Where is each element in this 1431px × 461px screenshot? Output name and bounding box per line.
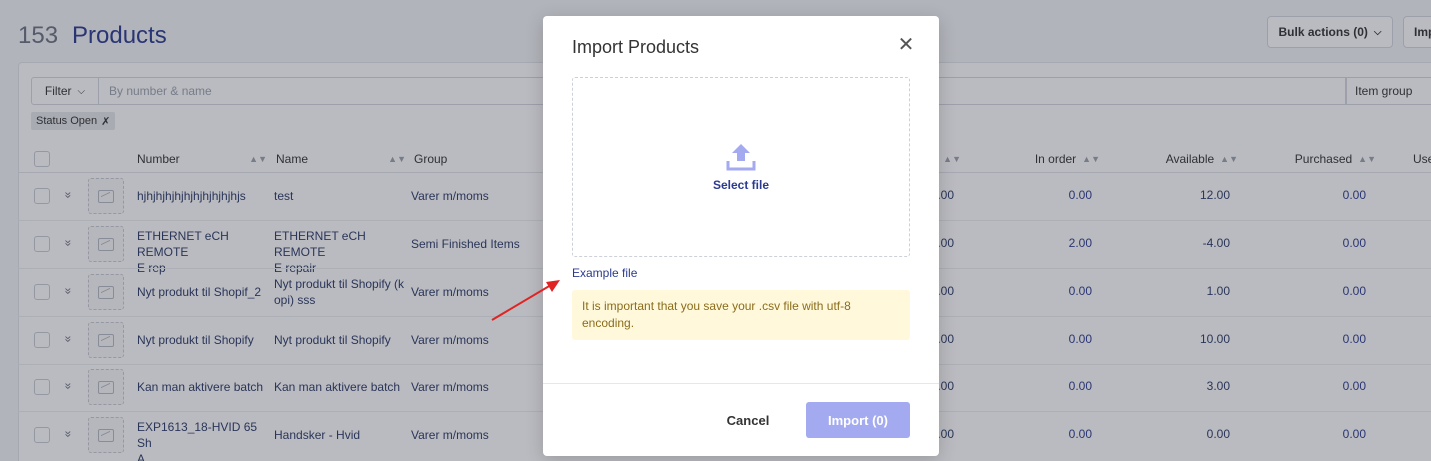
modal-footer-divider: [543, 383, 939, 384]
annotation-arrow-icon: [491, 280, 560, 321]
import-submit-button[interactable]: Import (0): [806, 402, 910, 438]
close-icon[interactable]: ✕: [896, 35, 916, 55]
products-page: 153 Products Bulk actions (0) ⌵ Imp Filt…: [0, 0, 1431, 461]
modal-title: Import Products: [572, 37, 700, 57]
cancel-button[interactable]: Cancel: [708, 404, 788, 436]
utf8-warning: It is important that you save your .csv …: [572, 290, 910, 340]
file-dropzone[interactable]: Select file: [572, 77, 910, 257]
upload-icon: [726, 144, 756, 171]
select-file-label: Select file: [712, 178, 770, 192]
import-products-modal: Import Products ✕ Select file Example fi…: [543, 16, 939, 456]
example-file-link[interactable]: Example file: [572, 266, 637, 280]
